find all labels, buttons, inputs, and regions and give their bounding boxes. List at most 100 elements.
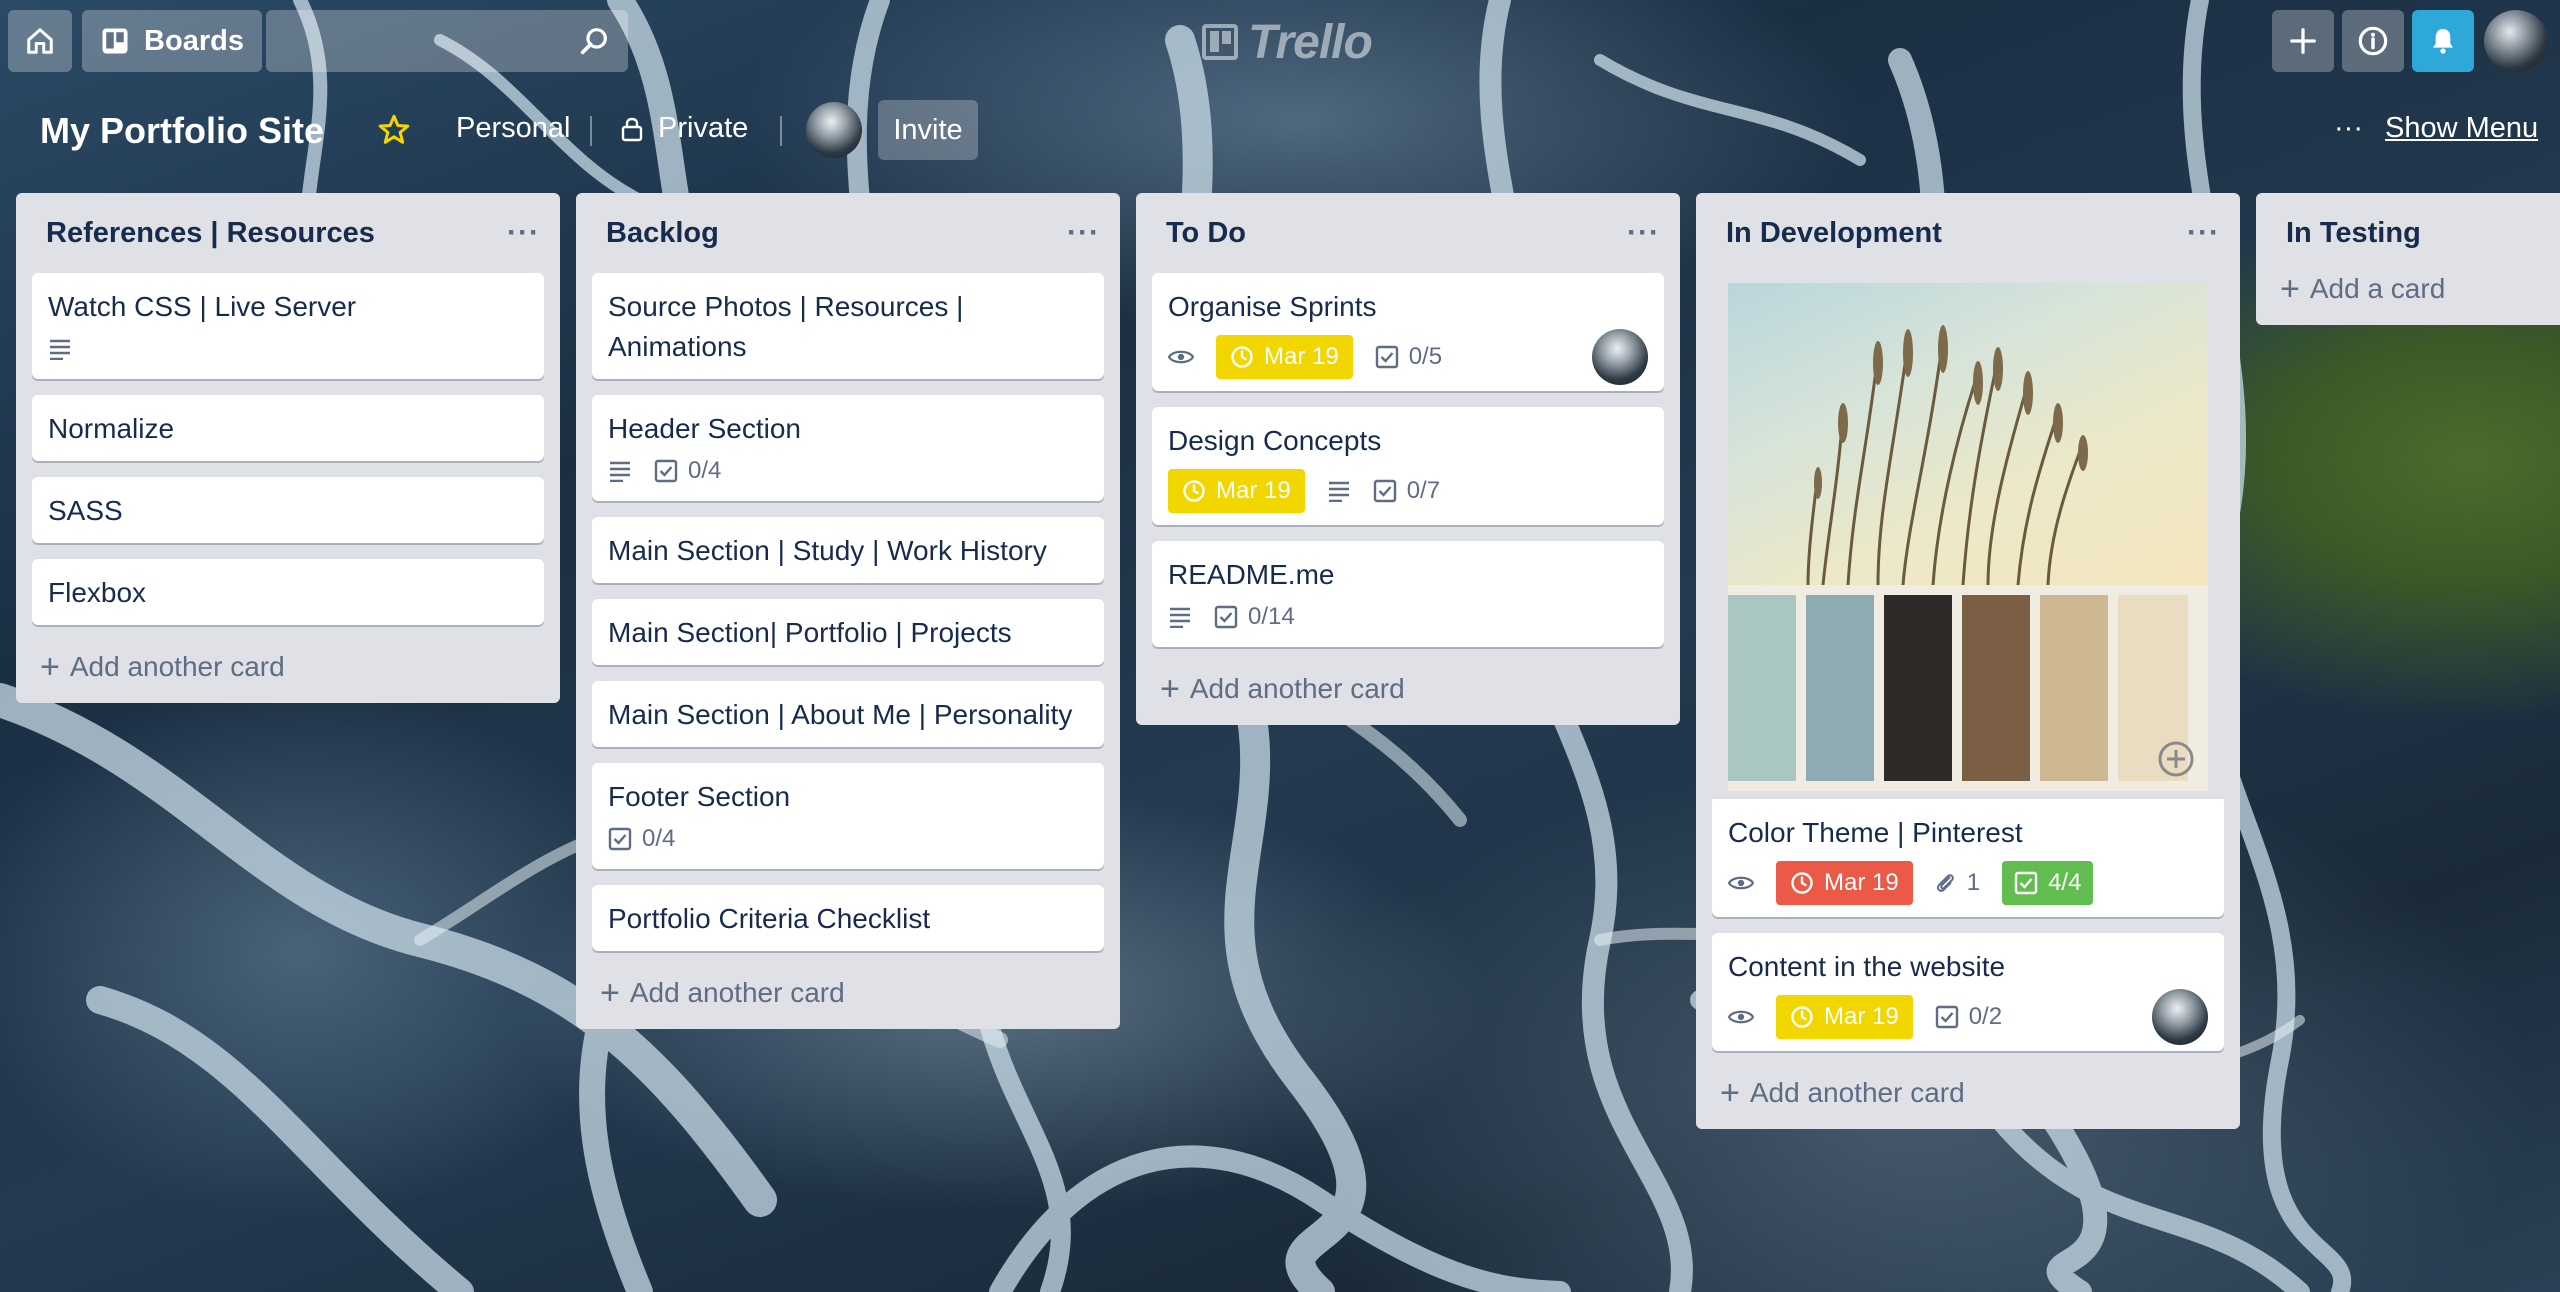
card-title: Normalize [48, 413, 175, 444]
card[interactable]: Flexbox [32, 559, 544, 625]
card[interactable]: Organise Sprints Mar 19 0/5 [1152, 273, 1664, 391]
team-button[interactable]: Personal [456, 112, 570, 145]
clock-icon [1791, 1006, 1813, 1028]
plus-icon [2290, 28, 2316, 54]
card[interactable]: Footer Section 0/4 [592, 763, 1104, 869]
checklist-icon [2014, 871, 2038, 895]
card[interactable]: SASS [32, 477, 544, 543]
due-date: Mar 19 [1824, 1003, 1899, 1030]
list-backlog: Backlog ··· Source Photos | Resources | … [576, 193, 1120, 1029]
list-menu-icon[interactable]: ··· [2187, 216, 2220, 250]
create-button[interactable] [2272, 10, 2334, 72]
list-in-development: In Development ··· Color Theme | Pintere… [1696, 193, 2240, 1129]
card-member-avatar[interactable] [1592, 329, 1648, 385]
add-card-button[interactable]: + Add another card [592, 967, 1104, 1013]
checklist-icon [1935, 1005, 1958, 1029]
list-title[interactable]: In Development [1726, 217, 1942, 250]
board-member-avatar[interactable] [806, 102, 862, 158]
card[interactable]: Main Section | About Me | Personality [592, 681, 1104, 747]
card[interactable]: Content in the website Mar 19 0/2 [1712, 933, 2224, 1051]
clock-icon [1183, 480, 1205, 502]
star-icon[interactable] [376, 112, 412, 148]
boards-icon [102, 28, 128, 54]
eye-icon [1728, 876, 1754, 890]
card-title: Portfolio Criteria Checklist [608, 903, 931, 934]
visibility-button[interactable]: Private [620, 112, 748, 145]
card[interactable]: README.me 0/14 [1152, 541, 1664, 647]
plus-icon: + [1160, 670, 1180, 708]
card-title: Main Section | About Me | Personality [608, 699, 1073, 730]
checklist-badge: 0/7 [1373, 477, 1440, 505]
list-menu-icon[interactable]: ··· [1067, 216, 1100, 250]
card-member-avatar[interactable] [2152, 989, 2208, 1045]
plus-icon: + [2280, 270, 2300, 308]
description-icon [1170, 607, 1190, 628]
list-menu-icon[interactable]: ··· [507, 216, 540, 250]
due-date-badge[interactable]: Mar 19 [1168, 469, 1305, 513]
add-card-button[interactable]: + Add a card [2272, 270, 2544, 309]
list-title[interactable]: To Do [1166, 217, 1246, 250]
home-button[interactable] [8, 10, 72, 72]
checklist-badge: 0/5 [1375, 343, 1442, 371]
card[interactable]: Design Concepts Mar 19 0/7 [1152, 407, 1664, 525]
board-header: My Portfolio Site Personal Private Invit… [0, 100, 2560, 162]
description-icon [50, 339, 70, 360]
checklist-count: 0/4 [642, 825, 676, 852]
card[interactable]: Source Photos | Resources | Animations [592, 273, 1104, 379]
checklist-count: 0/2 [1968, 1003, 2003, 1030]
more-icon: ··· [2334, 112, 2363, 144]
list-title[interactable]: Backlog [606, 217, 719, 250]
grass-image [1806, 325, 2088, 585]
plus-icon: + [1720, 1074, 1740, 1112]
card[interactable]: Header Section 0/4 [592, 395, 1104, 501]
checklist-count: 0/7 [1406, 477, 1441, 504]
info-button[interactable] [2342, 10, 2404, 72]
checklist-icon [1375, 345, 1398, 369]
card[interactable]: Watch CSS | Live Server [32, 273, 544, 379]
card-title: Source Photos | Resources | Animations [608, 291, 964, 362]
notifications-button[interactable] [2412, 10, 2474, 72]
invite-button[interactable]: Invite [878, 100, 978, 160]
add-card-button[interactable]: + Add another card [1712, 1067, 2224, 1113]
checklist-icon [1373, 479, 1396, 503]
palette-swatch [1962, 595, 2030, 781]
add-card-label: Add another card [1749, 1077, 1965, 1108]
trello-logo[interactable]: Trello [1202, 14, 1373, 70]
list-title[interactable]: In Testing [2286, 217, 2421, 250]
checklist-count: 0/5 [1408, 343, 1443, 370]
lock-icon [621, 117, 643, 141]
show-menu-button[interactable]: ··· Show Menu [2334, 112, 2538, 145]
checklist-complete-badge: 4/4 [2002, 861, 2094, 905]
visibility-label: Private [658, 112, 749, 144]
card[interactable]: Normalize [32, 395, 544, 461]
add-card-button[interactable]: + Add another card [32, 641, 544, 687]
top-navbar: Boards Trello [0, 0, 2560, 84]
attachment-badge: 1 [1935, 869, 1980, 897]
card-title: Organise Sprints [1168, 291, 1377, 322]
card-title: Flexbox [48, 577, 147, 608]
list-in-testing: In Testing + Add a card [2256, 193, 2560, 325]
card-title: Content in the website [1728, 951, 2006, 982]
due-date: Mar 19 [1824, 869, 1899, 896]
card[interactable]: Main Section | Study | Work History [592, 517, 1104, 583]
card[interactable]: Main Section| Portfolio | Projects [592, 599, 1104, 665]
clock-icon [1231, 346, 1253, 368]
home-icon [27, 28, 53, 54]
user-avatar[interactable] [2484, 10, 2548, 72]
card[interactable]: Portfolio Criteria Checklist [592, 885, 1104, 951]
list-menu-icon[interactable]: ··· [1627, 216, 1660, 250]
due-date-badge[interactable]: Mar 19 [1216, 335, 1353, 379]
checklist-count: 0/4 [688, 457, 722, 484]
attachment-count: 1 [1966, 869, 1981, 896]
due-date-badge[interactable]: Mar 19 [1776, 995, 1913, 1039]
list-title[interactable]: References | Resources [46, 217, 375, 250]
checklist-badge: 0/2 [1935, 1003, 2002, 1031]
board-title[interactable]: My Portfolio Site [40, 110, 324, 152]
add-card-button[interactable]: + Add another card [1152, 663, 1664, 709]
card-title: Color Theme | Pinterest [1728, 817, 2023, 848]
list-references-resources: References | Resources ··· Watch CSS | L… [16, 193, 560, 703]
due-date-badge-overdue[interactable]: Mar 19 [1776, 861, 1913, 905]
search-input[interactable] [266, 10, 628, 72]
boards-button[interactable]: Boards [82, 10, 262, 72]
card-with-cover[interactable]: Color Theme | Pinterest Mar 19 1 4/4 [1712, 273, 2224, 917]
